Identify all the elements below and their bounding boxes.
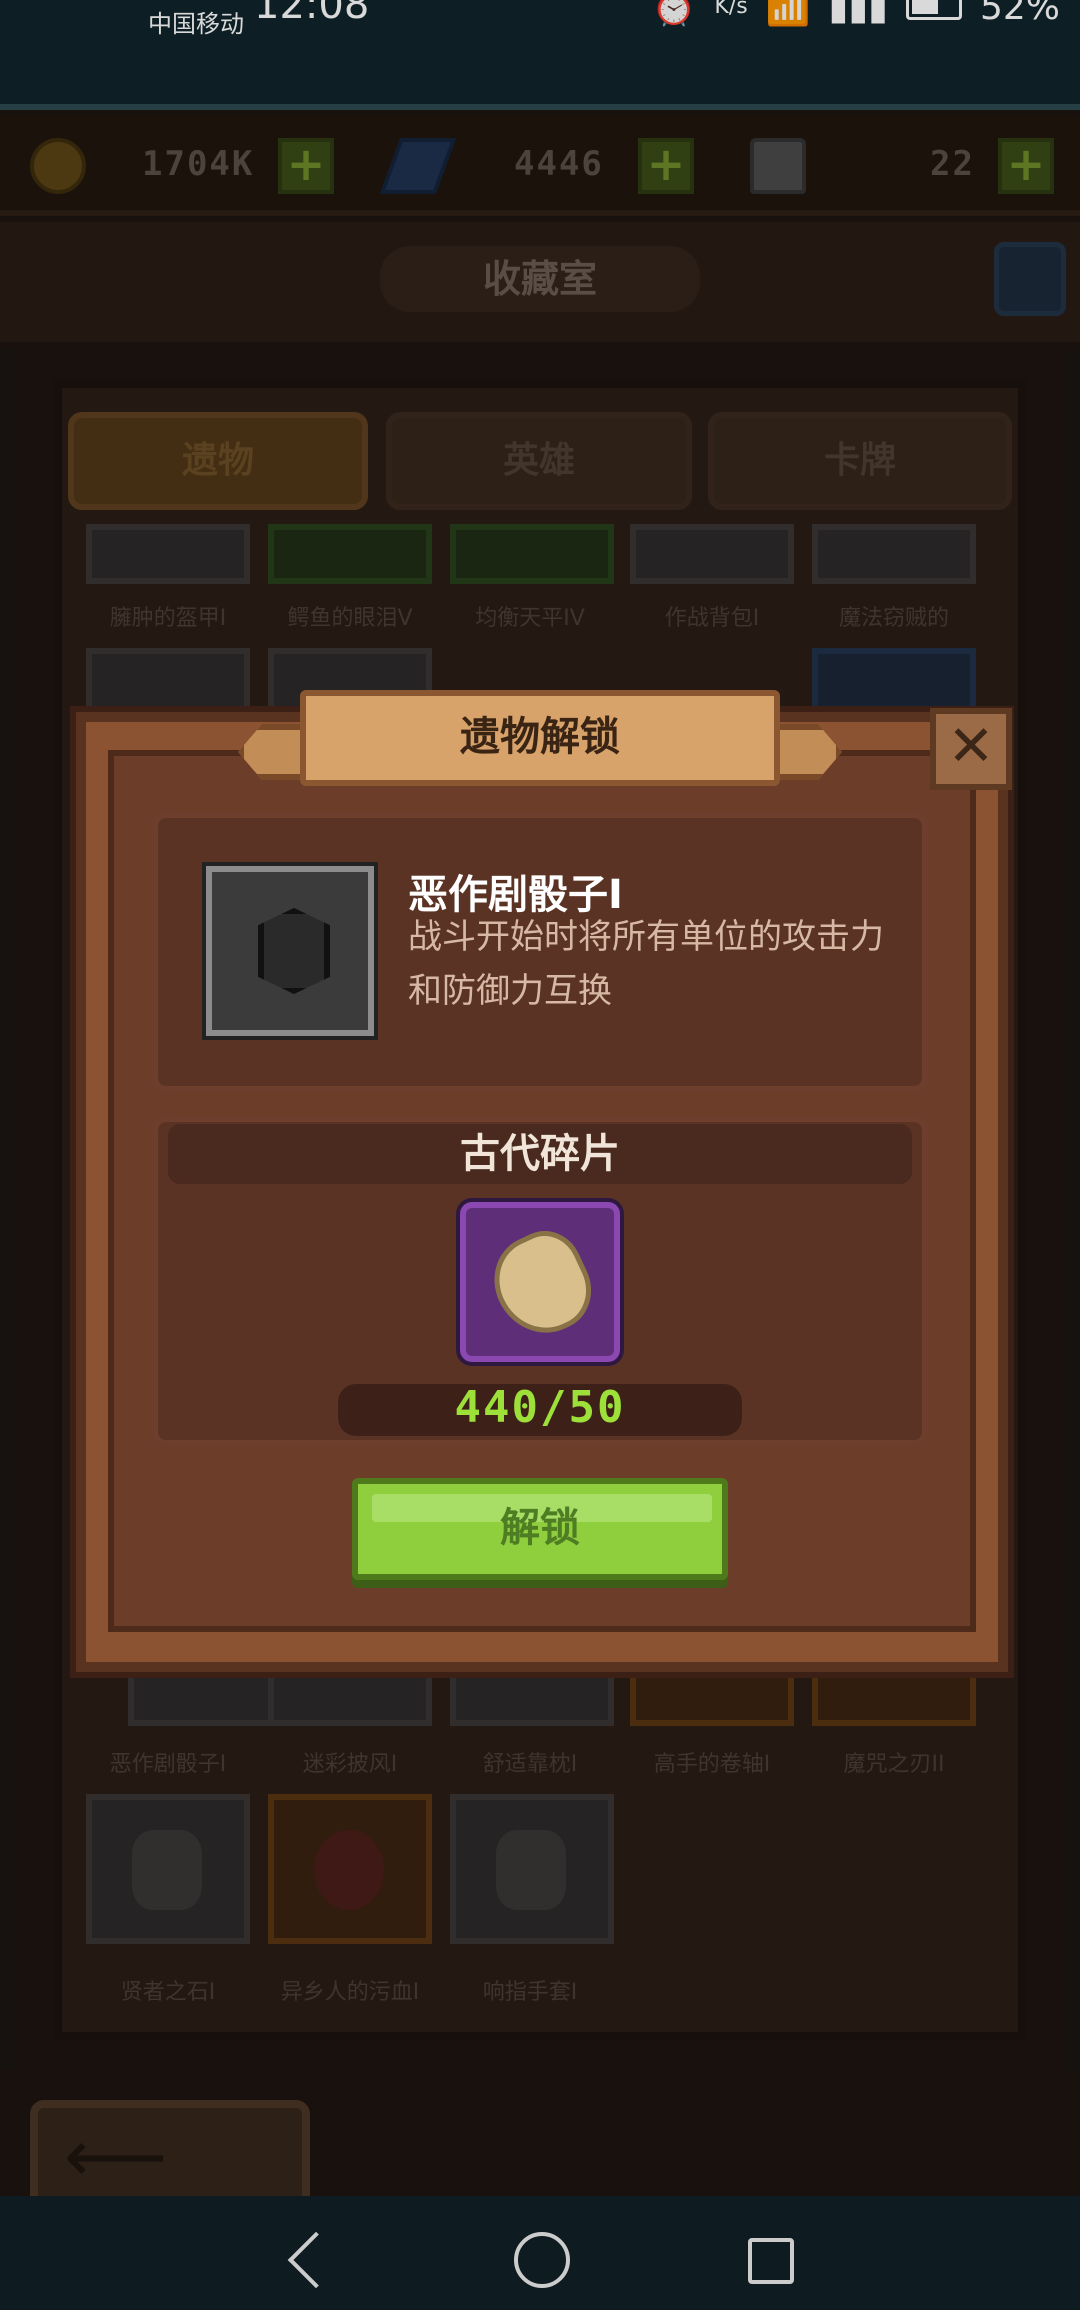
relic-description: 战斗开始时将所有单位的攻击力和防御力互换	[408, 917, 884, 1011]
unlock-button[interactable]: 解锁	[352, 1478, 728, 1580]
nav-home-icon[interactable]	[514, 2232, 570, 2288]
unlock-button-label: 解锁	[500, 1505, 580, 1551]
ancient-fragment-icon	[479, 1219, 605, 1349]
relic-icon-frame	[206, 866, 374, 1036]
fragment-count: 440/50	[454, 1382, 626, 1433]
fragment-icon-frame	[460, 1202, 620, 1362]
game-screen: 中国移动 12:08 ⏰ K/s 📶 ▮▮▮ 52% 1704K + 4446 …	[0, 0, 1080, 2310]
dice-icon	[258, 908, 330, 994]
system-nav-bar	[0, 2196, 1080, 2310]
fragment-title: 古代碎片	[460, 1131, 620, 1177]
nav-back-icon[interactable]	[287, 2231, 345, 2289]
dialog-title: 遗物解锁	[300, 690, 780, 786]
nav-recents-icon[interactable]	[748, 2238, 794, 2284]
close-button[interactable]: ✕	[930, 708, 1012, 790]
